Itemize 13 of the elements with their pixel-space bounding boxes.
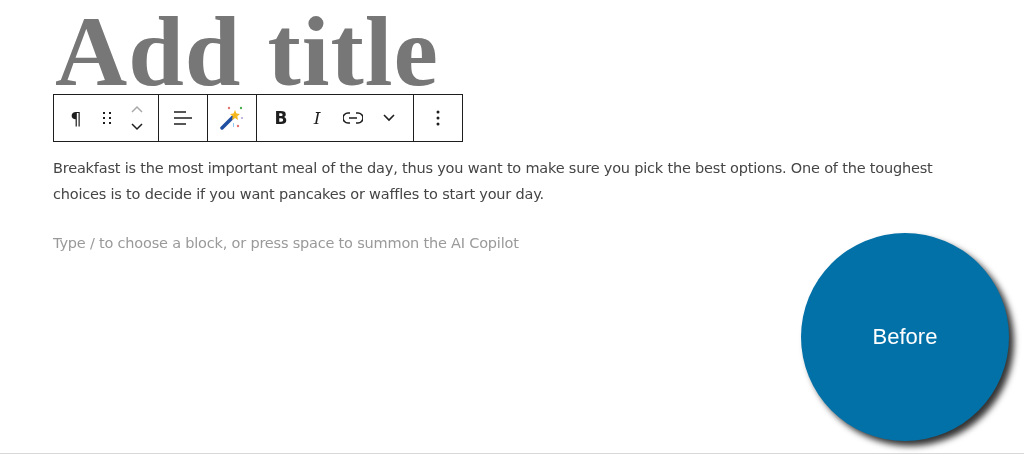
align-left-icon[interactable] bbox=[174, 110, 192, 126]
up-down-chevron-icon[interactable] bbox=[130, 104, 144, 132]
more-options-icon[interactable] bbox=[436, 110, 440, 126]
paragraph-block-button[interactable]: ¶ bbox=[60, 100, 92, 136]
link-icon[interactable] bbox=[343, 112, 363, 124]
magic-wand-icon[interactable] bbox=[220, 106, 244, 130]
before-badge: Before bbox=[801, 233, 1009, 441]
bold-button[interactable]: B bbox=[263, 100, 299, 136]
title-field[interactable]: Add title bbox=[53, 10, 439, 94]
paragraph: Breakfast is the most important meal of the day, thus you want to make sure you pick the best options. One of the toughest choices is to decide if you want pancakes or waffles to start your day. bbox=[53, 159, 933, 204]
italic-button[interactable]: I bbox=[299, 100, 335, 136]
drag-handle-icon[interactable] bbox=[102, 111, 112, 125]
chevron-down-icon[interactable] bbox=[383, 114, 395, 122]
